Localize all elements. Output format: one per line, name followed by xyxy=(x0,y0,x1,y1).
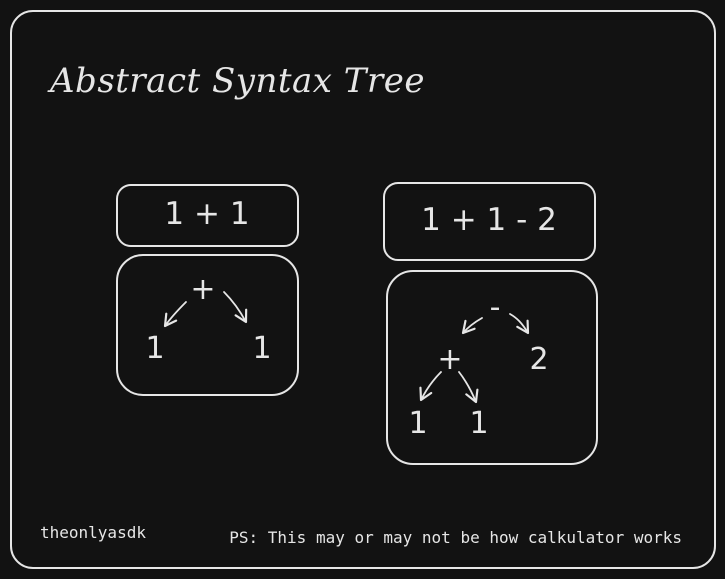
complex-sub-left-operand: 1 xyxy=(408,406,427,441)
diagram-canvas: Abstract Syntax Tree 1 + 1 + 1 1 1 + 1 -… xyxy=(0,0,725,579)
complex-sub-right-arrow xyxy=(458,371,479,404)
complex-sub-right-operand: 1 xyxy=(469,406,488,441)
diagram-title: Abstract Syntax Tree xyxy=(47,61,425,101)
footer-note: PS: This may or may not be how calkulato… xyxy=(229,528,682,547)
example-complex: 1 + 1 - 2 - + 2 1 1 xyxy=(383,182,598,465)
simple-right-operand: 1 xyxy=(252,331,271,366)
simple-right-arrow xyxy=(223,291,248,324)
simple-left-arrow xyxy=(163,301,187,328)
complex-sub-left-arrow xyxy=(419,371,442,402)
footer-author: theonlyasdk xyxy=(40,523,146,542)
simple-left-operand: 1 xyxy=(145,331,164,366)
complex-right-operand: 2 xyxy=(529,342,548,377)
complex-root-operator: - xyxy=(490,290,501,325)
simple-expression: 1 + 1 xyxy=(164,196,249,232)
example-simple: 1 + 1 + 1 1 xyxy=(116,184,299,396)
complex-expression: 1 + 1 - 2 xyxy=(421,202,557,238)
simple-root-operator: + xyxy=(190,272,215,307)
diagram-svg: Abstract Syntax Tree 1 + 1 + 1 1 1 + 1 -… xyxy=(10,10,716,569)
complex-root-left-arrow xyxy=(461,317,483,335)
complex-root-right-arrow xyxy=(509,313,530,335)
